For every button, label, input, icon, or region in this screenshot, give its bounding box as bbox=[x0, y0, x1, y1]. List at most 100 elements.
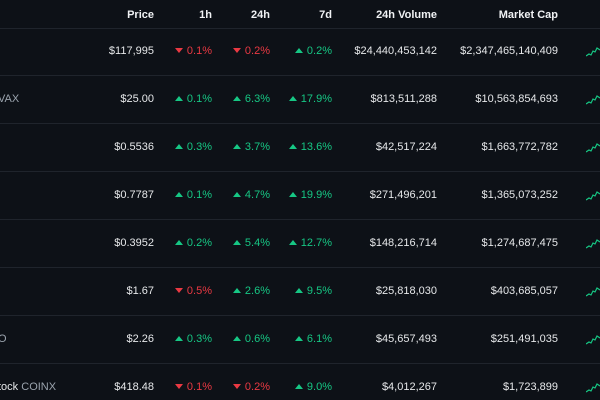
sparkline-line bbox=[586, 335, 600, 345]
volume-cell: $25,818,030 bbox=[375, 285, 437, 297]
table-row[interactable]: $1.67 0.5% 2.6% 9.5% $25,818,030 $403,685,057 bbox=[0, 268, 600, 316]
change-d7-value: 19.9% bbox=[300, 189, 332, 201]
caret-up-icon bbox=[294, 48, 303, 53]
caret-up-icon bbox=[174, 192, 183, 197]
header-market-cap[interactable]: Market Cap bbox=[499, 9, 558, 21]
header-price[interactable]: Price bbox=[127, 9, 154, 21]
change-h1-value: 0.1% bbox=[186, 381, 212, 393]
table-row[interactable]: tock COINX $418.48 0.1% 0.2% 9.0% $4,012,267 $… bbox=[0, 364, 600, 400]
change-h1-cell: 0.2% bbox=[174, 237, 212, 249]
change-d7-cell: 6.1% bbox=[294, 333, 332, 345]
change-h24-value: 0.2% bbox=[244, 381, 270, 393]
volume-cell: $4,012,267 bbox=[381, 381, 437, 393]
table-row[interactable]: O $2.26 0.3% 0.6% 6.1% $45,657,493 $251,491,03… bbox=[0, 316, 600, 364]
caret-up-icon bbox=[232, 288, 241, 293]
caret-up-icon bbox=[174, 240, 183, 245]
caret-down-icon bbox=[232, 48, 241, 53]
change-d7-cell: 13.6% bbox=[288, 141, 332, 153]
price-cell: $0.5536 bbox=[114, 141, 154, 153]
market-cap-cell: $1,723,899 bbox=[502, 381, 558, 393]
change-d7-value: 12.7% bbox=[300, 237, 332, 249]
sparkline-line bbox=[586, 287, 600, 297]
crypto-table: Price 1h 24h 7d 24h Volume Market Cap $1… bbox=[0, 0, 600, 400]
change-h24-value: 2.6% bbox=[244, 285, 270, 297]
sparkline-line bbox=[586, 191, 600, 201]
coin-ticker: O bbox=[0, 333, 7, 345]
sparkline-7d bbox=[586, 143, 600, 153]
table-row[interactable]: $0.7787 0.1% 4.7% 19.9% $271,496,201 $1,365,0… bbox=[0, 172, 600, 220]
table-row[interactable]: VAX $25.00 0.1% 6.3% 17.9% $813,511,288 $10,56… bbox=[0, 76, 600, 124]
header-1h[interactable]: 1h bbox=[199, 9, 212, 21]
table-header: Price 1h 24h 7d 24h Volume Market Cap bbox=[0, 0, 600, 29]
change-h24-cell: 5.4% bbox=[232, 237, 270, 249]
caret-down-icon bbox=[174, 48, 183, 53]
change-h24-cell: 6.3% bbox=[232, 93, 270, 105]
caret-up-icon bbox=[288, 240, 297, 245]
sparkline-7d bbox=[586, 287, 600, 297]
change-d7-cell: 12.7% bbox=[288, 237, 332, 249]
sparkline-line bbox=[586, 95, 600, 105]
change-h1-cell: 0.1% bbox=[174, 93, 212, 105]
caret-up-icon bbox=[232, 192, 241, 197]
sparkline-7d bbox=[586, 335, 600, 345]
change-h1-cell: 0.3% bbox=[174, 141, 212, 153]
caret-up-icon bbox=[232, 336, 241, 341]
market-cap-cell: $1,365,073,252 bbox=[481, 189, 558, 201]
market-cap-cell: $10,563,854,693 bbox=[475, 93, 558, 105]
change-d7-value: 6.1% bbox=[306, 333, 332, 345]
caret-down-icon bbox=[232, 384, 241, 389]
sparkline-line bbox=[586, 47, 600, 57]
change-h1-value: 0.5% bbox=[186, 285, 212, 297]
caret-up-icon bbox=[174, 144, 183, 149]
price-cell: $117,995 bbox=[108, 45, 154, 57]
sparkline-7d bbox=[586, 191, 600, 201]
market-cap-cell: $1,663,772,782 bbox=[481, 141, 558, 153]
change-d7-value: 17.9% bbox=[300, 93, 332, 105]
coin-name-cell[interactable]: VAX bbox=[0, 93, 19, 105]
market-cap-cell: $251,491,035 bbox=[490, 333, 558, 345]
volume-cell: $271,496,201 bbox=[369, 189, 437, 201]
price-cell: $0.3952 bbox=[114, 237, 154, 249]
caret-up-icon bbox=[288, 144, 297, 149]
coin-ticker: COINX bbox=[21, 381, 57, 393]
volume-cell: $24,440,453,142 bbox=[354, 45, 437, 57]
change-h24-cell: 0.2% bbox=[232, 45, 270, 57]
header-24h[interactable]: 24h bbox=[251, 9, 270, 21]
change-h1-value: 0.1% bbox=[186, 189, 212, 201]
caret-up-icon bbox=[174, 336, 183, 341]
volume-cell: $813,511,288 bbox=[370, 93, 437, 105]
change-h1-value: 0.3% bbox=[186, 333, 212, 345]
header-7d[interactable]: 7d bbox=[319, 9, 332, 21]
change-h1-value: 0.2% bbox=[186, 237, 212, 249]
sparkline-7d bbox=[586, 383, 600, 393]
change-h24-value: 3.7% bbox=[244, 141, 270, 153]
table-row[interactable]: $0.5536 0.3% 3.7% 13.6% $42,517,224 $1,663,77… bbox=[0, 124, 600, 172]
change-h24-cell: 3.7% bbox=[232, 141, 270, 153]
change-h1-value: 0.3% bbox=[186, 141, 212, 153]
volume-cell: $42,517,224 bbox=[375, 141, 437, 153]
price-cell: $25.00 bbox=[120, 93, 154, 105]
caret-up-icon bbox=[174, 96, 183, 101]
change-h24-value: 0.2% bbox=[244, 45, 270, 57]
header-24h-volume[interactable]: 24h Volume bbox=[376, 9, 437, 21]
coin-name-cell[interactable]: O bbox=[0, 333, 7, 345]
change-d7-value: 9.0% bbox=[306, 381, 332, 393]
sparkline-line bbox=[586, 383, 600, 393]
change-h24-value: 5.4% bbox=[244, 237, 270, 249]
coin-ticker: VAX bbox=[0, 93, 20, 105]
coin-name-cell[interactable]: tock COINX bbox=[0, 381, 56, 393]
caret-up-icon bbox=[232, 144, 241, 149]
price-cell: $418.48 bbox=[114, 381, 154, 393]
caret-up-icon bbox=[232, 240, 241, 245]
price-cell: $2.26 bbox=[126, 333, 154, 345]
caret-up-icon bbox=[232, 96, 241, 101]
change-h1-cell: 0.1% bbox=[174, 381, 212, 393]
change-h1-cell: 0.3% bbox=[174, 333, 212, 345]
caret-up-icon bbox=[288, 96, 297, 101]
change-h1-value: 0.1% bbox=[186, 93, 212, 105]
caret-down-icon bbox=[174, 288, 183, 293]
table-row[interactable]: $0.3952 0.2% 5.4% 12.7% $148,216,714 $1,274,6… bbox=[0, 220, 600, 268]
coin-name: tock bbox=[0, 381, 19, 393]
sparkline-line bbox=[586, 143, 600, 153]
table-row[interactable]: $117,995 0.1% 0.2% 0.2% $24,440,453,142 $2,34… bbox=[0, 28, 600, 76]
